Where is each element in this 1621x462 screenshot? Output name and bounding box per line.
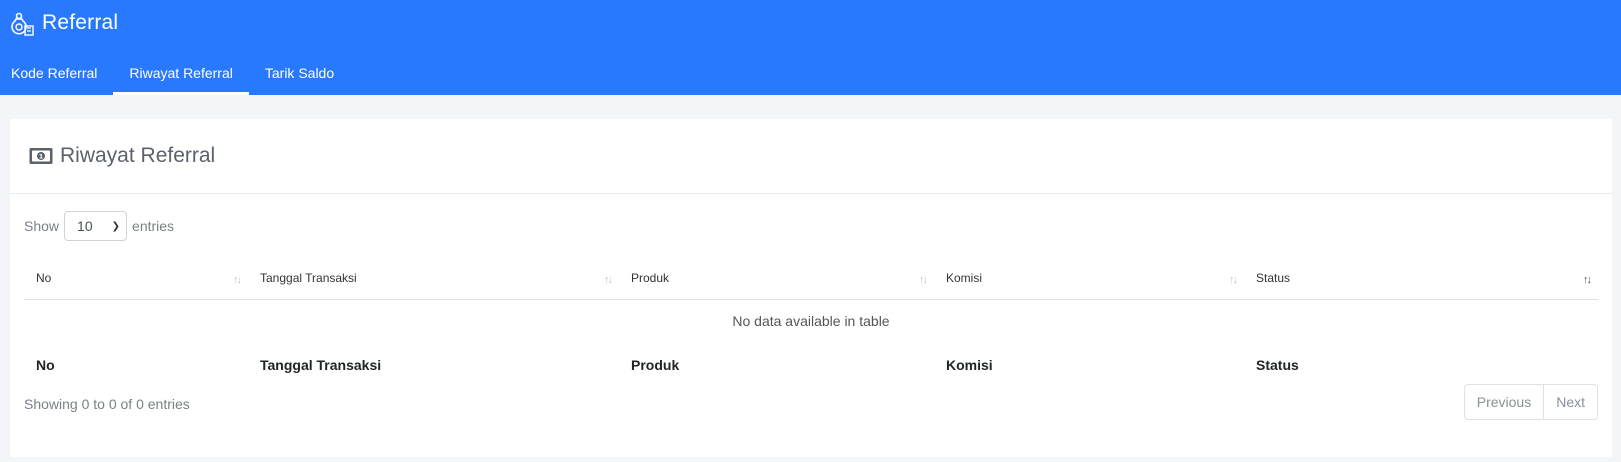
- tab-kode-referral[interactable]: Kode Referral: [0, 52, 113, 95]
- column-header-tanggal-transaksi[interactable]: Tanggal Transaksi ↑↓: [248, 257, 619, 300]
- sort-icon: ↑↓: [919, 273, 928, 286]
- card-header: 1 Riwayat Referral: [10, 119, 1612, 194]
- next-button[interactable]: Next: [1543, 385, 1597, 419]
- column-header-komisi[interactable]: Komisi ↑↓: [934, 257, 1244, 300]
- column-header-status[interactable]: Status ↑↓: [1244, 257, 1598, 300]
- referral-history-card: 1 Riwayat Referral Show 10 ❯ entries No ↑…: [10, 119, 1612, 457]
- pagination: Previous Next: [1463, 384, 1598, 420]
- previous-button[interactable]: Previous: [1465, 385, 1543, 419]
- sort-icon: ↑↓: [604, 273, 613, 286]
- tab-bar: Kode Referral Riwayat Referral Tarik Sal…: [0, 52, 350, 95]
- footer-no: No: [36, 356, 55, 373]
- sort-icon: ↑↓: [233, 273, 242, 286]
- entries-length-control: Show 10 ❯ entries: [24, 211, 174, 241]
- tab-riwayat-referral[interactable]: Riwayat Referral: [113, 52, 250, 95]
- tab-tarik-saldo[interactable]: Tarik Saldo: [249, 52, 350, 95]
- footer-status: Status: [1256, 356, 1299, 373]
- money-bag-icon: [11, 12, 34, 36]
- table-row: No data available in table: [24, 299, 1598, 342]
- footer-tanggal-transaksi: Tanggal Transaksi: [260, 356, 382, 373]
- entries-label: entries: [132, 218, 175, 234]
- show-label: Show: [24, 218, 60, 234]
- footer-produk: Produk: [631, 356, 680, 373]
- footer-komisi: Komisi: [946, 356, 993, 373]
- entries-select-value: 10: [77, 218, 93, 234]
- empty-table-message: No data available in table: [732, 312, 890, 329]
- entries-select[interactable]: 10 ❯: [64, 211, 128, 241]
- top-header: Referral Kode Referral Riwayat Referral …: [0, 0, 1621, 95]
- referral-history-table: No ↑↓ Tanggal Transaksi ↑↓ Produk ↑↓ Komisi…: [24, 257, 1598, 387]
- svg-text:1: 1: [39, 153, 44, 161]
- sort-icon: ↑↓: [1229, 273, 1238, 286]
- chevron-down-icon: ❯: [111, 220, 121, 232]
- column-header-no[interactable]: No ↑↓: [24, 257, 248, 300]
- column-header-produk[interactable]: Produk ↑↓: [619, 257, 934, 300]
- card-title: Riwayat Referral: [60, 144, 216, 167]
- brand: Referral: [10, 8, 118, 38]
- table-footer: No Tanggal Transaksi Produk Komisi Statu…: [24, 342, 1598, 387]
- table-info: Showing 0 to 0 of 0 entries: [24, 396, 190, 412]
- money-bill-icon: 1: [29, 148, 53, 164]
- page-title: Referral: [42, 11, 119, 34]
- table-header: No ↑↓ Tanggal Transaksi ↑↓ Produk ↑↓ Komisi…: [24, 257, 1598, 300]
- sort-desc-icon: ↑↓: [1583, 273, 1592, 286]
